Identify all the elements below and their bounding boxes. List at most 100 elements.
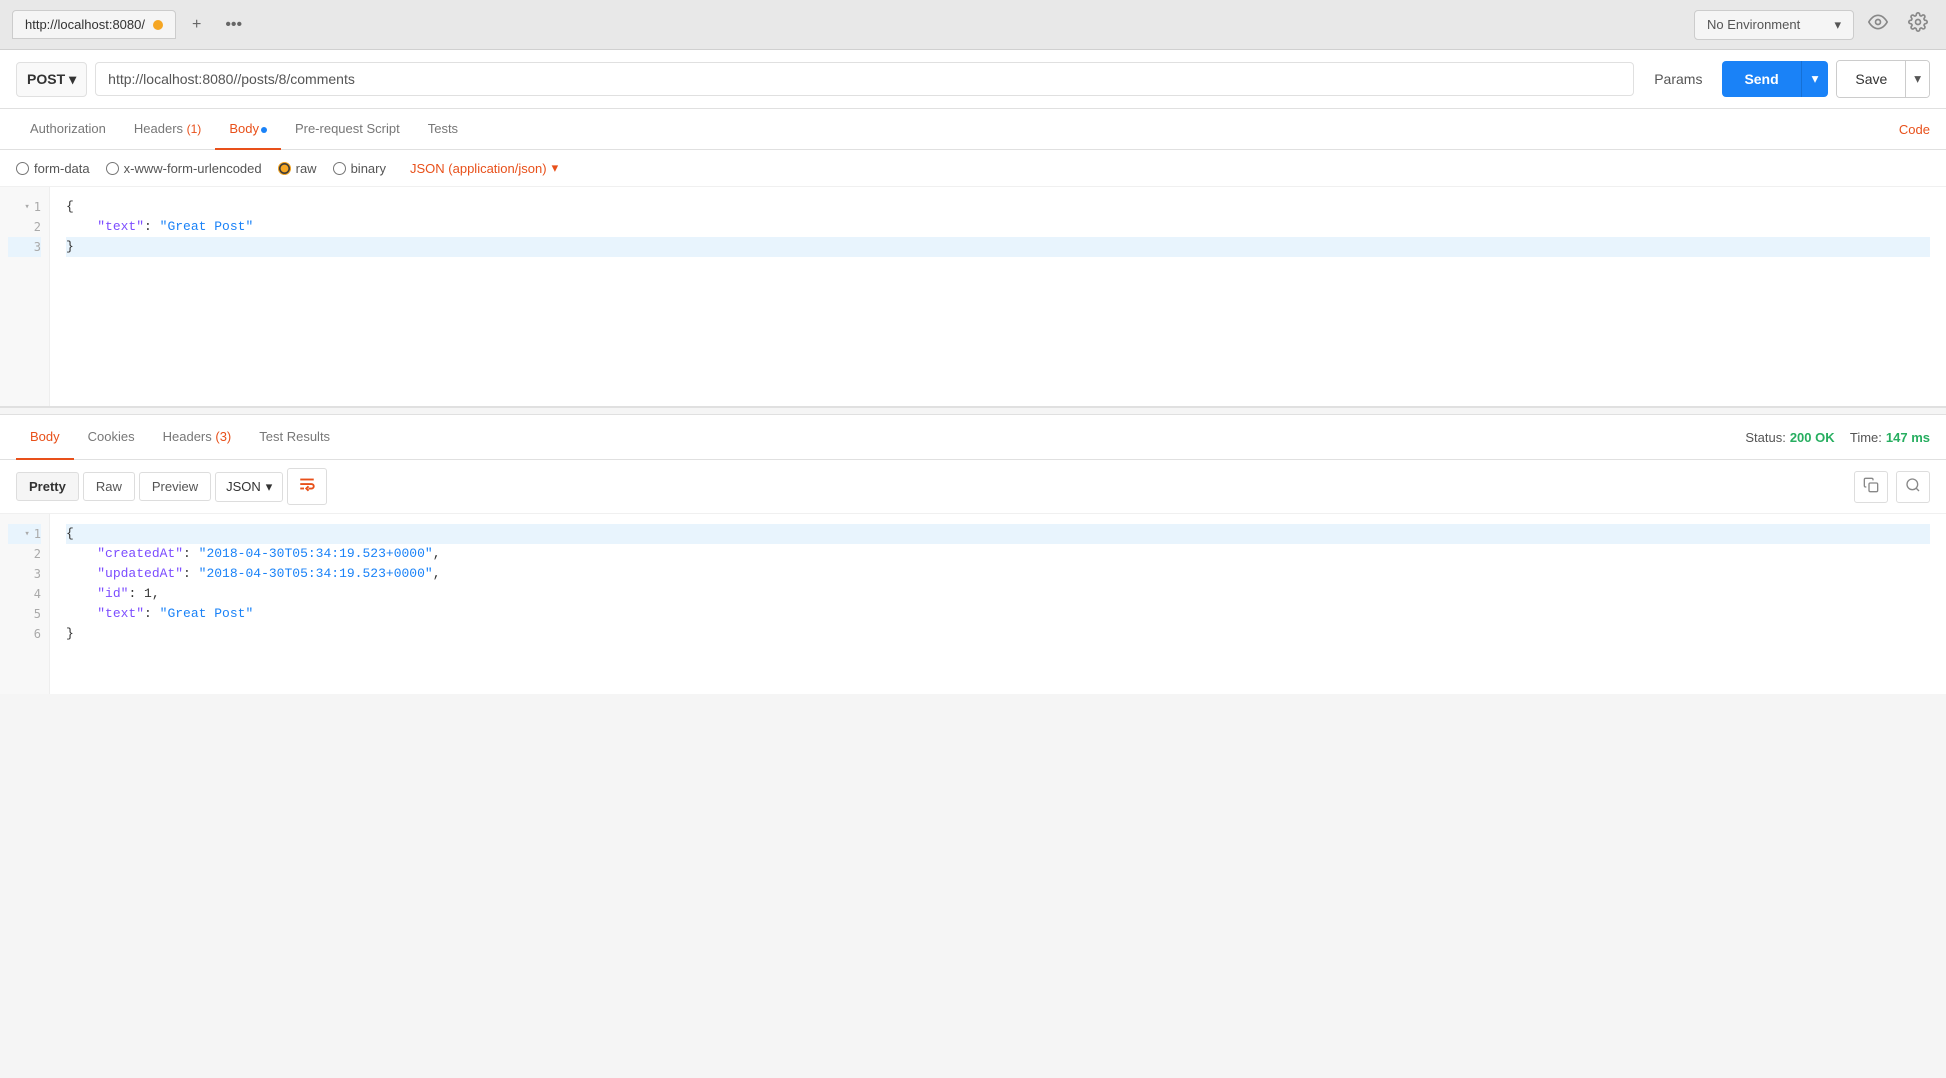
request-code-content[interactable]: { "text": "Great Post" } xyxy=(50,187,1946,406)
raw-label: raw xyxy=(296,161,317,176)
res-code-line-4: "id": 1, xyxy=(66,584,1930,604)
res-tab-test-results-label: Test Results xyxy=(259,429,330,444)
body-options-bar: form-data x-www-form-urlencoded raw bina… xyxy=(0,150,1946,187)
request-bar: POST ▾ Params Send ▾ Save ▾ xyxy=(0,50,1946,109)
res-json-label: JSON xyxy=(226,479,261,494)
res-headers-badge: (3) xyxy=(215,429,231,444)
more-tabs-button[interactable]: ••• xyxy=(217,12,250,38)
tab-body-label: Body xyxy=(229,121,259,136)
search-response-button[interactable] xyxy=(1896,471,1930,503)
json-format-chevron-icon: ▾ xyxy=(552,160,559,176)
res-tab-test-results[interactable]: Test Results xyxy=(245,415,344,460)
eye-icon-button[interactable] xyxy=(1862,8,1894,41)
url-input[interactable] xyxy=(95,62,1634,96)
tab-tests-label: Tests xyxy=(428,121,458,136)
method-chevron-icon: ▾ xyxy=(69,71,76,88)
format-pretty-button[interactable]: Pretty xyxy=(16,472,79,501)
tab-authorization[interactable]: Authorization xyxy=(16,109,120,150)
add-tab-button[interactable]: + xyxy=(184,12,209,38)
res-code-line-5: "text": "Great Post" xyxy=(66,604,1930,624)
request-code-editor[interactable]: ▾ 1 2 3 { "text": "Great Post" } xyxy=(0,187,1946,407)
req-line-num-2: 2 xyxy=(8,217,41,237)
radio-binary[interactable] xyxy=(333,162,346,175)
method-selector[interactable]: POST ▾ xyxy=(16,62,87,97)
res-tab-headers-label: Headers xyxy=(163,429,216,444)
headers-badge: (1) xyxy=(187,122,202,136)
status-label: Status: xyxy=(1745,430,1785,445)
browser-tab-bar: http://localhost:8080/ + ••• No Environm… xyxy=(0,0,1946,50)
active-tab[interactable]: http://localhost:8080/ xyxy=(12,10,176,39)
res-json-format-selector[interactable]: JSON ▾ xyxy=(215,472,283,502)
status-value: 200 OK xyxy=(1790,430,1835,445)
res-tab-headers[interactable]: Headers (3) xyxy=(149,415,246,460)
response-format-bar: Pretty Raw Preview JSON ▾ xyxy=(0,460,1946,514)
option-binary[interactable]: binary xyxy=(333,161,386,176)
method-label: POST xyxy=(27,71,65,87)
response-tabs-bar: Body Cookies Headers (3) Test Results St… xyxy=(0,415,1946,460)
format-raw-button[interactable]: Raw xyxy=(83,472,135,501)
res-line-num-6: 6 xyxy=(8,624,41,644)
time-label: Time: xyxy=(1850,430,1882,445)
option-raw[interactable]: raw xyxy=(278,161,317,176)
res-code-line-1: { xyxy=(66,524,1930,544)
radio-raw[interactable] xyxy=(278,162,291,175)
res-line-num-3: 3 xyxy=(8,564,41,584)
env-chevron-icon: ▾ xyxy=(1834,17,1841,33)
option-urlencoded[interactable]: x-www-form-urlencoded xyxy=(106,161,262,176)
tab-pre-request-label: Pre-request Script xyxy=(295,121,400,136)
request-line-numbers: ▾ 1 2 3 xyxy=(0,187,50,406)
req-code-line-2: "text": "Great Post" xyxy=(66,217,1930,237)
tab-status-dot xyxy=(153,20,163,30)
req-code-line-1: { xyxy=(66,197,1930,217)
wrap-lines-button[interactable] xyxy=(287,468,327,505)
settings-icon-button[interactable] xyxy=(1902,8,1934,41)
response-status-area: Status: 200 OK Time: 147 ms xyxy=(1745,430,1930,445)
copy-response-button[interactable] xyxy=(1854,471,1888,503)
response-code-content: { "createdAt": "2018-04-30T05:34:19.523+… xyxy=(50,514,1946,694)
binary-label: binary xyxy=(351,161,386,176)
params-button[interactable]: Params xyxy=(1642,63,1714,95)
request-tabs: Authorization Headers (1) Body Pre-reque… xyxy=(0,109,1946,150)
send-button-group: Send ▾ xyxy=(1722,61,1828,97)
json-format-selector[interactable]: JSON (application/json) ▾ xyxy=(410,160,558,176)
response-actions xyxy=(1854,471,1930,503)
res-tab-body[interactable]: Body xyxy=(16,415,74,460)
res-tab-cookies-label: Cookies xyxy=(88,429,135,444)
res-line-num-1: ▾ 1 xyxy=(8,524,41,544)
env-label-text: No Environment xyxy=(1707,17,1800,32)
save-dropdown-button[interactable]: ▾ xyxy=(1905,61,1929,97)
tab-authorization-label: Authorization xyxy=(30,121,106,136)
response-line-numbers: ▾ 1 2 3 4 5 6 xyxy=(0,514,50,694)
res-code-line-3: "updatedAt": "2018-04-30T05:34:19.523+00… xyxy=(66,564,1930,584)
urlencoded-label: x-www-form-urlencoded xyxy=(124,161,262,176)
req-code-line-3: } xyxy=(66,237,1930,257)
section-divider xyxy=(0,407,1946,415)
body-dot-indicator xyxy=(261,127,267,133)
res-code-line-2: "createdAt": "2018-04-30T05:34:19.523+00… xyxy=(66,544,1930,564)
res-line-num-2: 2 xyxy=(8,544,41,564)
code-link[interactable]: Code xyxy=(1899,110,1930,149)
browser-right-controls: No Environment ▾ xyxy=(1694,8,1934,41)
res-code-line-6: } xyxy=(66,624,1930,644)
environment-selector[interactable]: No Environment ▾ xyxy=(1694,10,1854,40)
format-preview-button[interactable]: Preview xyxy=(139,472,211,501)
save-button-group: Save ▾ xyxy=(1836,60,1930,98)
res-tab-cookies[interactable]: Cookies xyxy=(74,415,149,460)
response-code-editor: ▾ 1 2 3 4 5 6 { "createdAt": "2018-04-30… xyxy=(0,514,1946,694)
radio-urlencoded[interactable] xyxy=(106,162,119,175)
tab-headers-label: Headers xyxy=(134,121,187,136)
send-button[interactable]: Send xyxy=(1722,61,1800,97)
tab-pre-request-script[interactable]: Pre-request Script xyxy=(281,109,414,150)
tab-url-text: http://localhost:8080/ xyxy=(25,17,145,32)
save-button[interactable]: Save xyxy=(1837,61,1905,97)
tab-tests[interactable]: Tests xyxy=(414,109,472,150)
option-form-data[interactable]: form-data xyxy=(16,161,90,176)
form-data-label: form-data xyxy=(34,161,90,176)
time-value: 147 ms xyxy=(1886,430,1930,445)
tab-headers[interactable]: Headers (1) xyxy=(120,109,215,150)
res-line-num-4: 4 xyxy=(8,584,41,604)
res-tab-body-label: Body xyxy=(30,429,60,444)
send-dropdown-button[interactable]: ▾ xyxy=(1801,61,1829,97)
tab-body[interactable]: Body xyxy=(215,109,281,150)
radio-form-data[interactable] xyxy=(16,162,29,175)
